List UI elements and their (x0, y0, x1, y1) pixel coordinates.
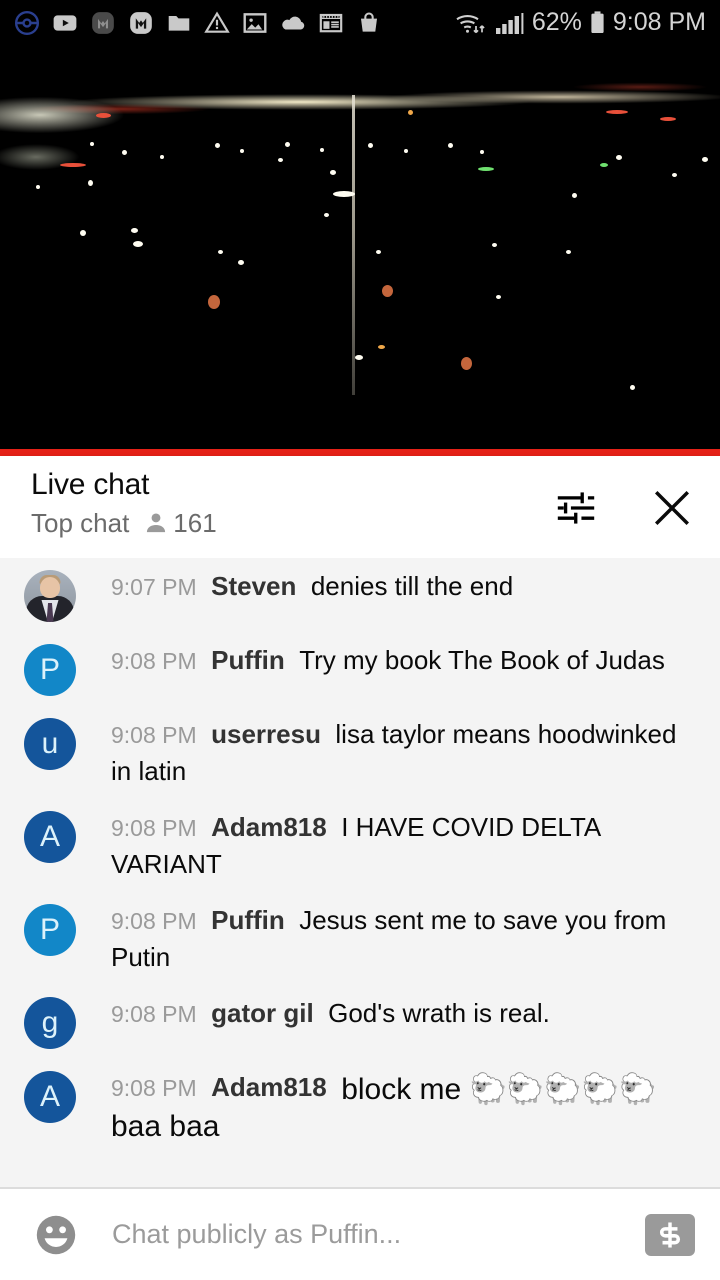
chat-message-timestamp: 9:08 PM (111, 648, 197, 674)
chat-message-text: Try my book The Book of Judas (299, 645, 665, 675)
youtube-icon (53, 14, 77, 31)
video-monument-pole (352, 95, 355, 395)
chat-mode-label[interactable]: Top chat (31, 510, 129, 536)
status-bar: 62% 9:08 PM (0, 0, 720, 45)
photos-icon (243, 12, 267, 33)
live-chat-message-list[interactable]: 9:07 PM Steven denies till the end P 9:0… (0, 558, 720, 1188)
avatar-letter: P (39, 913, 60, 946)
chat-message-body: 9:08 PM Adam818 block me 🐑🐑🐑🐑🐑baa baa (111, 1069, 702, 1142)
cellular-signal-icon (495, 12, 524, 34)
chat-message-timestamp: 9:08 PM (111, 1075, 197, 1101)
avatar[interactable]: A (24, 1071, 76, 1123)
viewer-count-group: 161 (143, 508, 217, 538)
chat-message-author[interactable]: Steven (211, 571, 296, 601)
chat-input[interactable] (112, 1219, 645, 1250)
close-icon[interactable] (648, 484, 696, 532)
battery-percent-label: 62% (531, 8, 582, 36)
folder-icon (168, 15, 190, 31)
chat-message-timestamp: 9:08 PM (111, 815, 197, 841)
chat-message-timestamp: 9:08 PM (111, 908, 197, 934)
avatar[interactable]: P (24, 644, 76, 696)
chat-message[interactable]: g 9:08 PM gator gil God's wrath is real. (0, 985, 720, 1059)
avatar-letter: g (41, 1006, 59, 1039)
messenger-icon (130, 11, 152, 34)
chat-message-timestamp: 9:08 PM (111, 1001, 197, 1027)
chat-message-timestamp: 9:07 PM (111, 574, 197, 600)
warning-icon (204, 10, 230, 33)
viewer-count: 161 (173, 508, 217, 538)
chat-message-timestamp: 9:08 PM (111, 722, 197, 748)
chat-message[interactable]: u 9:08 PM userresu lisa taylor means hoo… (0, 706, 720, 799)
chat-message-author[interactable]: gator gil (211, 998, 314, 1028)
chat-message-body: 9:07 PM Steven denies till the end (111, 568, 513, 605)
pokemon-go-icon (14, 10, 40, 35)
chat-input-bar (0, 1189, 720, 1280)
avatar[interactable] (24, 570, 76, 622)
chat-message-author[interactable]: Adam818 (211, 1072, 327, 1102)
messenger-dark-icon (92, 11, 114, 34)
live-chat-header: Live chat Top chat 161 (0, 456, 720, 558)
chat-message[interactable]: 9:07 PM Steven denies till the end (0, 558, 720, 632)
emoji-smiley-icon[interactable] (31, 1210, 81, 1260)
live-video-player[interactable] (0, 45, 720, 449)
chat-message-author[interactable]: Puffin (211, 905, 285, 935)
news-icon (319, 13, 343, 32)
avatar-letter: A (39, 1080, 60, 1113)
chat-message[interactable]: P 9:08 PM Puffin Jesus sent me to save y… (0, 892, 720, 985)
chat-message-text: denies till the end (310, 571, 514, 601)
avatar[interactable]: A (24, 811, 76, 863)
status-bar-system-icons: 62% 9:08 PM (454, 9, 720, 37)
wifi-transfer-icon (456, 14, 485, 33)
avatar-letter: A (39, 820, 60, 853)
shopping-bag-icon (360, 11, 378, 32)
avatar[interactable]: u (24, 718, 76, 770)
avatar[interactable]: P (24, 904, 76, 956)
chat-message[interactable]: A 9:08 PM Adam818 I HAVE COVID DELTA VAR… (0, 799, 720, 892)
chat-message-author[interactable]: Puffin (211, 645, 285, 675)
chat-message-author[interactable]: userresu (211, 719, 321, 749)
chat-message-body: 9:08 PM Adam818 I HAVE COVID DELTA VARIA… (111, 809, 702, 882)
video-frame-cityscape (0, 45, 720, 449)
chat-message[interactable]: P 9:08 PM Puffin Try my book The Book of… (0, 632, 720, 706)
chat-message-body: 9:08 PM userresu lisa taylor means hoodw… (111, 716, 702, 789)
status-bar-clock: 9:08 PM (612, 8, 706, 36)
chat-header-subrow: Top chat 161 (31, 510, 217, 536)
page-title: Live chat (31, 468, 150, 501)
status-bar-notification-icons (0, 10, 382, 36)
video-progress-bar-fill[interactable] (0, 449, 720, 456)
chat-message-body: 9:08 PM Puffin Jesus sent me to save you… (111, 902, 702, 975)
avatar-letter: P (39, 653, 60, 686)
tune-icon[interactable] (552, 484, 600, 532)
chat-message-text: God's wrath is real. (328, 998, 550, 1028)
chat-message-body: 9:08 PM Puffin Try my book The Book of J… (111, 642, 665, 679)
avatar-letter: u (41, 727, 59, 760)
chat-message[interactable]: A 9:08 PM Adam818 block me 🐑🐑🐑🐑🐑baa baa (0, 1059, 720, 1152)
chat-message-author[interactable]: Adam818 (211, 812, 327, 842)
avatar[interactable]: g (24, 997, 76, 1049)
person-icon (147, 513, 166, 533)
dollar-superchat-icon[interactable] (645, 1213, 695, 1256)
chat-message-body: 9:08 PM gator gil God's wrath is real. (111, 995, 550, 1032)
battery-icon (591, 10, 604, 33)
cloud-icon (282, 16, 305, 29)
